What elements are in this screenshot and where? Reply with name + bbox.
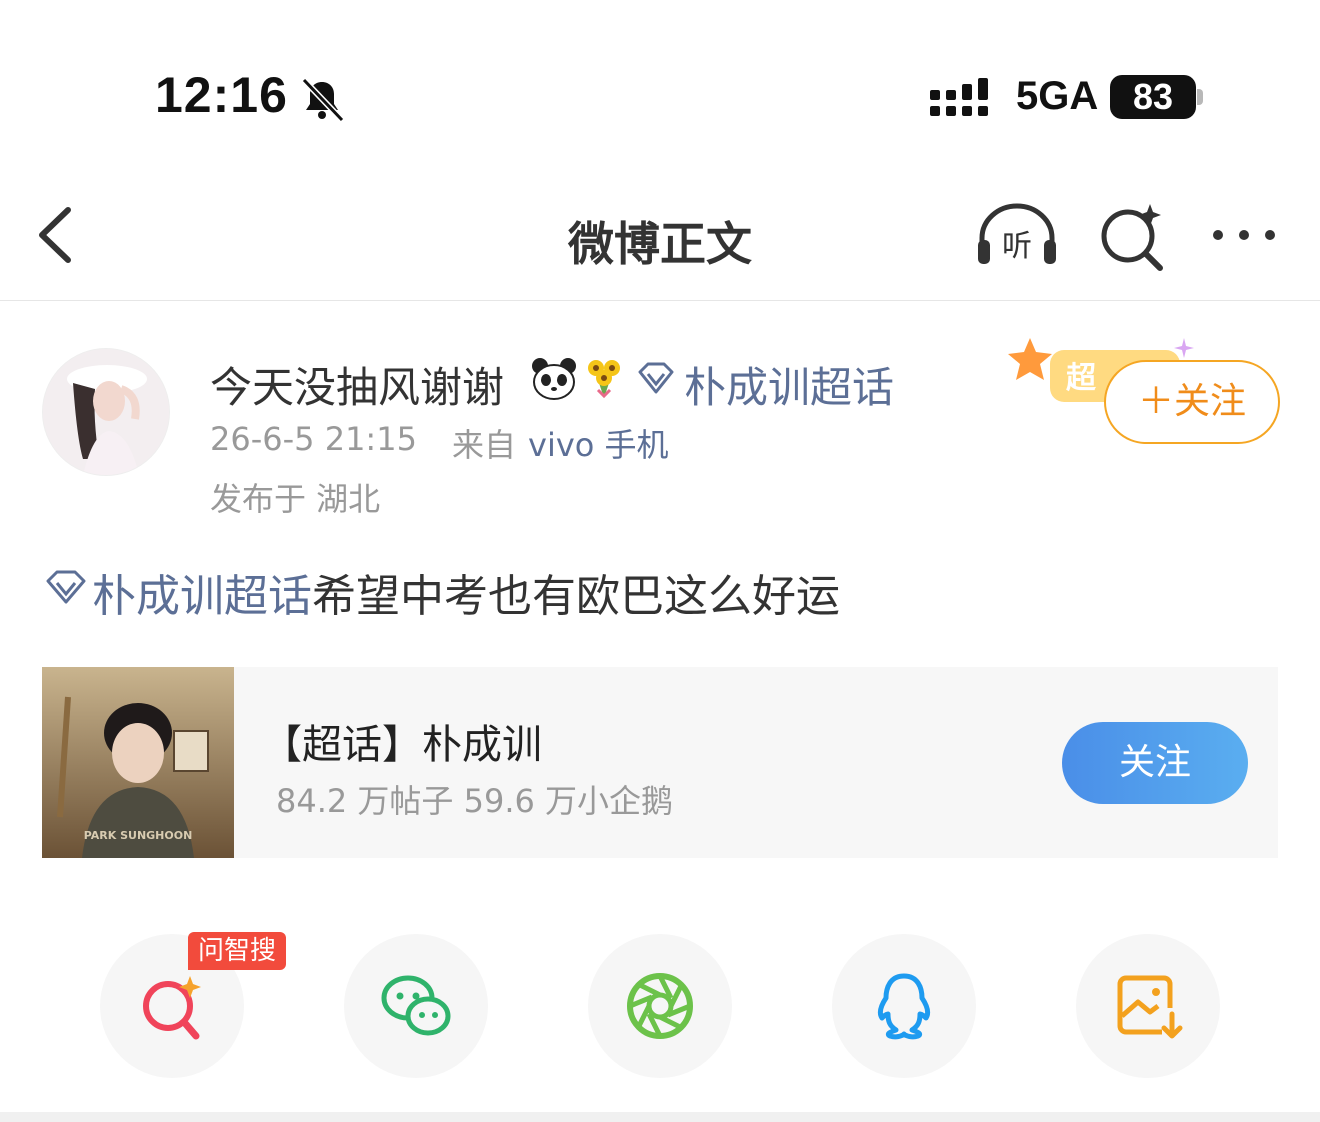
super-topic-thumbnail: PARK SUNGHOON	[42, 667, 234, 858]
super-topic-diamond-icon	[638, 362, 674, 394]
save-image-icon	[1117, 975, 1183, 1039]
page-title: 微博正文	[568, 217, 752, 271]
ai-search-red-icon	[143, 976, 201, 1040]
back-arrow-icon[interactable]	[30, 202, 90, 268]
share-wechat[interactable]	[344, 934, 488, 1078]
battery-tip	[1197, 89, 1203, 105]
bell-muted-icon	[301, 77, 345, 123]
content-topic-link[interactable]: 朴成训超话	[92, 571, 312, 622]
share-moments[interactable]	[588, 934, 732, 1078]
follow-user-button[interactable]: ＋关注	[1104, 360, 1280, 444]
network-type: 5GA	[1016, 74, 1099, 118]
ai-search-tag: 问智搜	[188, 932, 286, 970]
post-time: 26-6-5 21:15	[210, 420, 417, 458]
content-topic-diamond-icon	[46, 570, 86, 604]
post-content: 朴成训超话希望中考也有欧巴这么好运	[92, 560, 840, 624]
headphones-listen-icon[interactable]: 听	[972, 200, 1062, 270]
signal-icon	[930, 78, 988, 116]
content-text: 希望中考也有欧巴这么好运	[312, 571, 840, 622]
super-badge-text: 超	[1066, 361, 1097, 396]
status-time: 12:16	[155, 67, 288, 123]
post-location: 发布于 湖北	[210, 480, 381, 518]
post-device[interactable]: vivo 手机	[528, 420, 669, 466]
topic-link[interactable]: 朴成训超话	[684, 354, 894, 415]
username[interactable]: 今天没抽风谢谢	[210, 354, 504, 415]
thumb-caption: PARK SUNGHOON	[84, 829, 193, 842]
post-from-label: 来自	[452, 426, 517, 464]
moments-aperture-icon	[627, 973, 693, 1039]
super-topic-title: 【超话】朴成训	[262, 722, 542, 768]
follow-topic-button[interactable]: 关注	[1062, 722, 1248, 804]
qq-penguin-icon	[877, 973, 931, 1040]
share-qq[interactable]	[832, 934, 976, 1078]
battery-level: 83	[1110, 75, 1196, 119]
panda-emoji-icon	[532, 358, 576, 400]
ai-search-icon[interactable]	[1096, 200, 1168, 272]
super-topic-stats: 84.2 万帖子 59.6 万小企鹅	[276, 782, 674, 820]
listen-label: 听	[1002, 229, 1032, 264]
more-options-icon[interactable]	[1206, 220, 1282, 250]
sunflower-bouquet-icon	[588, 360, 620, 399]
avatar[interactable]	[42, 348, 170, 476]
share-save-image[interactable]	[1076, 934, 1220, 1078]
wechat-icon	[381, 975, 451, 1036]
bottom-divider	[0, 1112, 1320, 1122]
nav-divider	[0, 300, 1320, 301]
